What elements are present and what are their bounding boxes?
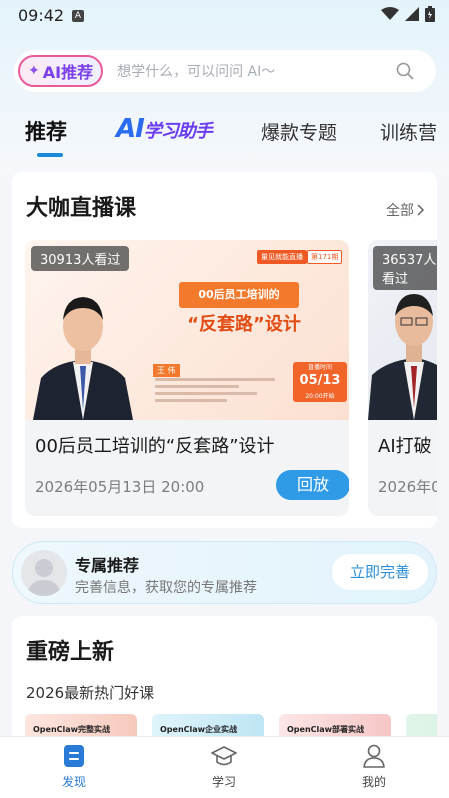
thumbnail-text: OpenClaw完整实战	[33, 725, 111, 734]
recommend-title: 专属推荐	[75, 556, 140, 575]
search-bar[interactable]: ✦ AI推荐 想学什么，可以问问 AI～	[14, 50, 436, 92]
ai-logo-main: AI	[116, 114, 145, 144]
search-icon[interactable]	[396, 62, 414, 80]
section-subtitle: 2026最新热门好课	[26, 684, 155, 702]
discover-icon	[64, 745, 84, 767]
section-title: 重磅上新	[26, 639, 115, 665]
new-courses-section: 重磅上新 2026最新热门好课 OpenClaw完整实战 OpenClaw企业实…	[12, 616, 437, 746]
recommend-subtitle: 完善信息，获取您的专属推荐	[75, 580, 257, 596]
tab-recommend[interactable]: 推荐	[25, 116, 67, 146]
nav-label: 发现	[61, 775, 86, 789]
poster-date-time: 20:00开始	[305, 393, 335, 400]
graduation-cap-icon	[211, 746, 237, 766]
speaker-photo	[33, 297, 133, 420]
nav-mine[interactable]: 我的	[334, 743, 414, 790]
complete-profile-button[interactable]: 立即完善	[332, 554, 428, 590]
default-avatar-icon	[27, 559, 61, 596]
system-icons	[381, 6, 435, 22]
replay-button[interactable]: 回放	[276, 470, 349, 500]
status-bar: 09:42 A	[0, 0, 449, 30]
poster-headline-top: 00后员工培训的	[179, 282, 299, 308]
course-time: 2026年05月13日 20:00	[35, 478, 205, 496]
poster-episode: 第171期	[307, 250, 343, 264]
tab-ai-assistant[interactable]: AI学习助手	[116, 114, 213, 144]
viewer-count: 30913人看过	[31, 246, 130, 271]
course-card[interactable]: 量见就能直播 第171期 00后员工培训的 “反套路”设计 王 伟 直播时间 0…	[25, 240, 349, 516]
nav-study[interactable]: 学习	[184, 743, 264, 790]
nav-label: 我的	[361, 775, 386, 789]
signal-icon	[405, 7, 419, 21]
poster-tag: 量见就能直播	[257, 250, 307, 264]
wifi-icon	[381, 7, 399, 20]
avatar	[21, 550, 67, 596]
status-time: 09:42	[18, 6, 65, 25]
viewer-count: 36537人看过	[373, 246, 437, 290]
ai-recommend-button[interactable]: ✦ AI推荐	[18, 55, 104, 87]
nav-discover[interactable]: 发现	[34, 743, 114, 790]
course-title: 00后员工培训的“反套路”设计	[35, 436, 275, 457]
notification-a-icon: A	[72, 10, 84, 22]
thumbnail-text: OpenClaw部署实战	[287, 725, 365, 734]
exclusive-recommend-banner[interactable]: 专属推荐 完善信息，获取您的专属推荐 立即完善	[12, 541, 437, 604]
course-thumbnail: 36537人看过	[368, 240, 437, 420]
sparkle-icon: ✦	[28, 63, 40, 79]
user-icon	[363, 744, 385, 768]
see-all-link[interactable]: 全部	[386, 200, 425, 220]
poster-date-label: 直播时间	[307, 364, 332, 371]
course-title: AI打破	[378, 436, 432, 457]
course-card[interactable]: 36537人看过 AI打破 2026年0	[368, 240, 437, 516]
battery-icon	[425, 6, 435, 22]
live-course-section: 大咖直播课 全部 量见就能直播 第171期 00后员工培训的 “反套路”设计 王…	[12, 172, 437, 528]
chevron-right-icon	[417, 204, 425, 216]
bottom-navigation: 发现 学习 我的	[0, 736, 449, 798]
speaker-photo	[368, 294, 437, 420]
course-time: 2026年0	[378, 478, 437, 496]
search-input[interactable]: 想学什么，可以问问 AI～	[117, 61, 396, 81]
poster-date: 05/13	[299, 373, 341, 388]
poster-date-box: 直播时间 05/13 20:00开始	[293, 362, 347, 402]
ai-logo-sub: 学习助手	[143, 121, 213, 142]
nav-label: 学习	[211, 775, 236, 789]
see-all-label: 全部	[386, 203, 414, 219]
tab-hot-topics[interactable]: 爆款专题	[261, 118, 337, 145]
ai-recommend-label: AI推荐	[42, 63, 94, 82]
tab-active-indicator	[37, 153, 63, 157]
thumbnail-text: OpenClaw企业实战	[160, 725, 238, 734]
section-title: 大咖直播课	[26, 195, 137, 221]
course-thumbnail: 量见就能直播 第171期 00后员工培训的 “反套路”设计 王 伟 直播时间 0…	[25, 240, 349, 420]
poster-bio-lines	[155, 378, 275, 406]
poster-headline-main: “反套路”设计	[187, 314, 301, 335]
category-tabs: 推荐 AI学习助手 爆款专题 训练营	[0, 108, 449, 158]
tab-training-camp[interactable]: 训练营	[380, 118, 437, 145]
poster-speaker: 王 伟	[153, 364, 180, 377]
